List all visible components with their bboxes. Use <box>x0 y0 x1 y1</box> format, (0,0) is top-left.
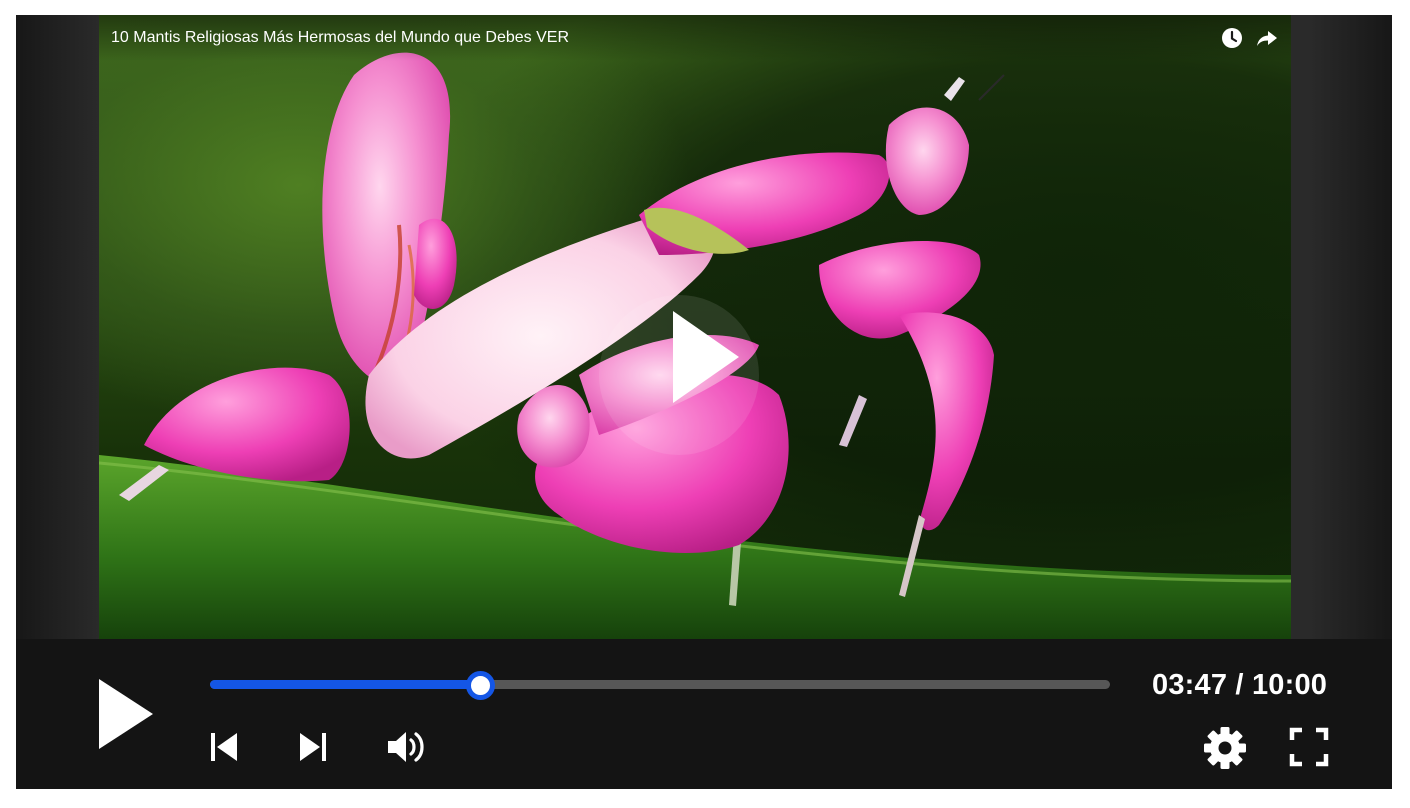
current-time: 03:47 <box>1152 669 1228 701</box>
control-bar: 03:47 / 10:00 <box>16 639 1392 789</box>
skip-previous-icon[interactable] <box>208 730 240 764</box>
time-display: 03:47 / 10:00 <box>1152 669 1327 702</box>
video-player: 10 Mantis Religiosas Más Hermosas del Mu… <box>16 15 1392 789</box>
share-arrow-icon[interactable] <box>1256 27 1278 49</box>
gear-icon[interactable] <box>1203 726 1247 770</box>
time-separator: / <box>1227 669 1252 701</box>
video-title[interactable]: 10 Mantis Religiosas Más Hermosas del Mu… <box>111 29 569 47</box>
progress-fill <box>210 680 480 689</box>
clock-icon[interactable] <box>1221 27 1243 49</box>
duration: 10:00 <box>1251 669 1328 701</box>
skip-next-icon[interactable] <box>297 730 329 764</box>
progress-bar[interactable] <box>210 671 1110 700</box>
video-area[interactable]: 10 Mantis Religiosas Más Hermosas del Mu… <box>16 15 1392 639</box>
play-button[interactable] <box>96 677 156 751</box>
fullscreen-icon[interactable] <box>1289 727 1329 767</box>
big-play-button[interactable] <box>599 295 759 455</box>
volume-icon[interactable] <box>386 728 428 766</box>
progress-thumb[interactable] <box>466 671 495 700</box>
play-icon <box>673 311 739 403</box>
play-icon <box>99 679 153 749</box>
